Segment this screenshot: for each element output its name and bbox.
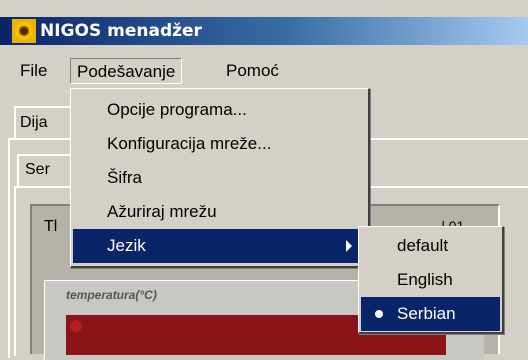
group-label: Tl (44, 218, 58, 235)
menu-item-azuriraj-mrezu[interactable]: Ažuriraj mrežu (73, 195, 366, 229)
menu-podesavanje[interactable]: Podešavanje (70, 58, 183, 84)
chart-title: temperatura(°C) (66, 288, 157, 302)
language-option-english[interactable]: English (361, 263, 500, 297)
menu-bar: File Podešavanje Pomoć (0, 52, 528, 88)
menu-item-sifra[interactable]: Šifra (73, 161, 366, 195)
tab-ser[interactable]: Ser (17, 154, 73, 186)
submenu-arrow-icon (346, 240, 352, 252)
menu-item-jezik[interactable]: Jezik (73, 229, 366, 263)
app-window: NIGOS menadžer File Podešavanje Pomoć Di… (0, 0, 528, 360)
radio-bullet-icon (375, 310, 383, 318)
title-bar[interactable]: NIGOS menadžer (0, 17, 528, 45)
language-option-serbian[interactable]: Serbian (361, 297, 500, 331)
menu-item-jezik-label: Jezik (107, 236, 146, 255)
tab-dija[interactable]: Dija (14, 106, 74, 138)
menu-pomoc[interactable]: Pomoć (220, 58, 285, 84)
chart-marker (70, 320, 82, 332)
menu-file[interactable]: File (14, 58, 53, 84)
podesavanje-menu: Opcije programa... Konfiguracija mreže..… (70, 88, 370, 268)
sunflower-icon (12, 19, 36, 43)
language-option-serbian-label: Serbian (397, 304, 456, 323)
window-title: NIGOS menadžer (40, 21, 202, 41)
language-option-default[interactable]: default (361, 229, 500, 263)
menu-item-konfiguracija-mreze[interactable]: Konfiguracija mreže... (73, 127, 366, 161)
jezik-submenu: default English Serbian (358, 226, 504, 334)
menu-item-opcije-programa[interactable]: Opcije programa... (73, 93, 366, 127)
